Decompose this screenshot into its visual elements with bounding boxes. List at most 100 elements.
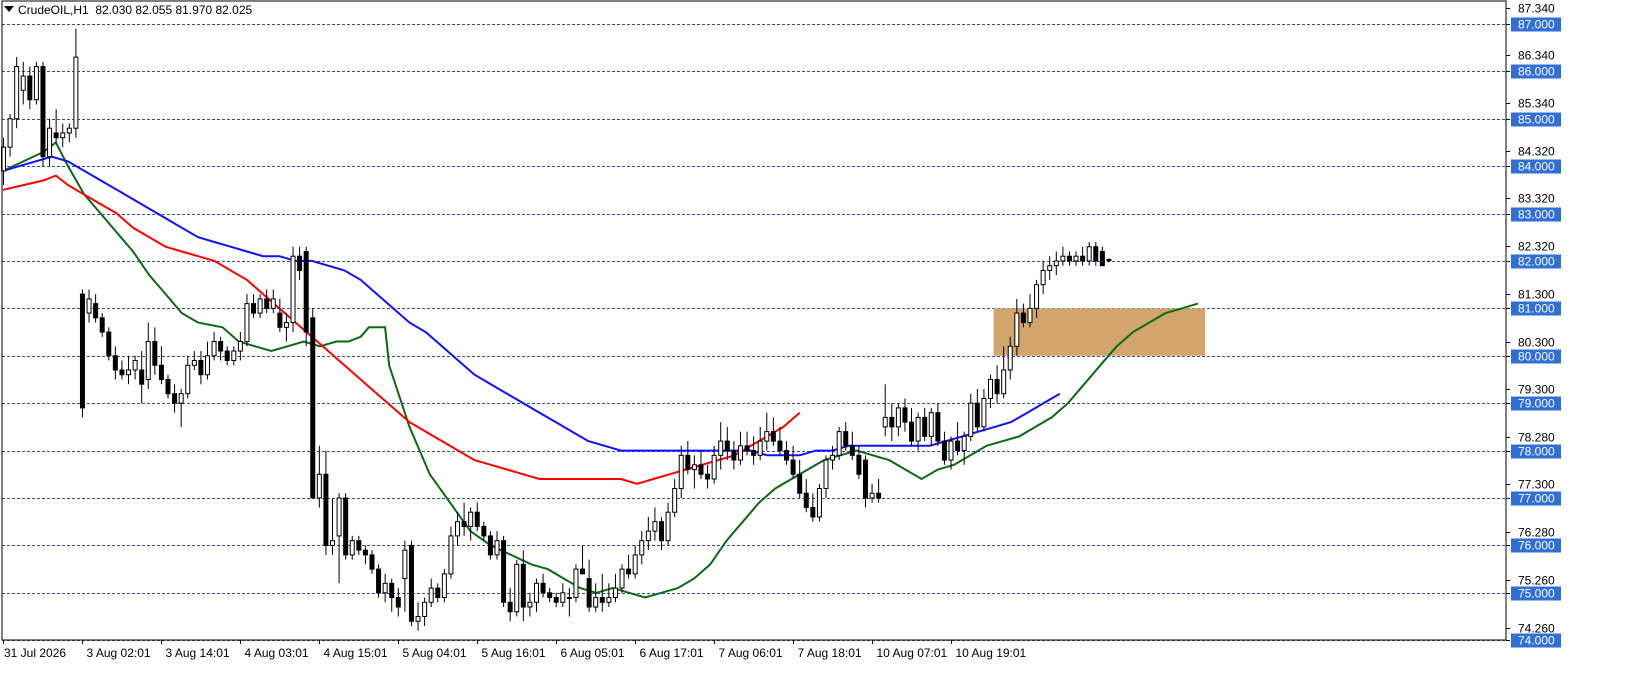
- candle-body-bear: [277, 312, 283, 328]
- candle: [132, 355, 138, 380]
- x-tick-label: 5 Aug 16:01: [482, 646, 546, 660]
- candle: [718, 422, 724, 470]
- candle: [876, 479, 882, 503]
- candle: [455, 512, 461, 546]
- time-axis: 31 Jul 2026 3 Aug 02:01 3 Aug 14:01 4 Aug 0…: [3, 640, 1027, 660]
- price-chart[interactable]: 87.340 87.000 86.340 86.000 85.340 85.000 84.3…: [0, 0, 1626, 686]
- candle: [47, 118, 53, 167]
- candle-body-bull: [33, 66, 39, 101]
- candle-body-bull: [231, 350, 237, 362]
- chart-title: CrudeOIL,H1 82.030 82.055 81.970 82.025: [4, 3, 252, 17]
- candle-body-bear: [481, 525, 487, 537]
- candle: [158, 346, 164, 385]
- candle: [356, 535, 362, 555]
- ma-slow-line: [2, 174, 801, 485]
- candle: [283, 313, 289, 342]
- y-tick-label: 76.280: [1518, 526, 1555, 540]
- x-tick-label: 31 Jul 2026: [4, 646, 66, 660]
- candle-body-bull: [349, 540, 355, 556]
- candle-body-bear: [586, 578, 592, 608]
- candle: [165, 374, 171, 399]
- candle-body-bear: [843, 431, 849, 447]
- candle-body-bull: [632, 554, 638, 575]
- candle-body-bull: [191, 360, 197, 366]
- candle-body-bull: [132, 360, 138, 371]
- x-tick-label: 7 Aug 06:01: [719, 646, 783, 660]
- candle-body-bear: [922, 416, 928, 437]
- candle: [441, 569, 447, 603]
- x-tick-label: 4 Aug 03:01: [245, 646, 309, 660]
- candle-body-bull: [764, 431, 770, 442]
- candle-body-bear: [165, 378, 171, 395]
- candle-body-bear: [849, 445, 855, 456]
- candle-body-bear: [53, 132, 59, 139]
- candle-body-bull: [757, 440, 763, 456]
- candle: [639, 531, 645, 565]
- candle: [468, 507, 474, 541]
- candle: [981, 388, 987, 432]
- candle: [119, 360, 125, 380]
- candle-body-bear: [994, 378, 1000, 395]
- candle-body-bull: [718, 440, 724, 456]
- candle: [1040, 260, 1046, 295]
- y-tick-label: 85.340: [1518, 97, 1555, 111]
- candle: [270, 289, 276, 314]
- candle: [770, 417, 776, 446]
- candle-body-bear: [395, 597, 401, 608]
- dropdown-triangle-icon[interactable]: [4, 6, 14, 12]
- candle-body-bear: [790, 459, 796, 475]
- y-tick-label: 81.300: [1518, 288, 1555, 302]
- candle: [1073, 251, 1079, 266]
- candle: [79, 289, 85, 418]
- ma-mid-line: [2, 155, 1061, 457]
- candle: [895, 403, 901, 437]
- candle: [1066, 251, 1072, 266]
- candle-body-bull: [514, 563, 520, 613]
- candle-body-bull: [336, 497, 342, 537]
- candle-body-bull: [639, 540, 645, 556]
- candle: [251, 294, 257, 318]
- candle: [757, 426, 763, 461]
- candle-body-bear: [955, 440, 961, 452]
- candle-body-bear: [79, 293, 85, 409]
- candle: [836, 426, 842, 461]
- candle-body-bear: [770, 431, 776, 442]
- y-tick-label: 77.300: [1518, 478, 1555, 492]
- candle-body-bear: [1066, 255, 1072, 262]
- candle: [126, 355, 132, 385]
- candle: [204, 341, 210, 380]
- y-tick-label: 81.000: [1518, 302, 1555, 316]
- candle-body-bull: [211, 341, 217, 357]
- candle: [593, 583, 599, 612]
- candle: [922, 407, 928, 442]
- candle-body-bear: [369, 554, 375, 570]
- candle: [777, 426, 783, 456]
- candle: [310, 308, 316, 499]
- candle-body-bear: [323, 473, 329, 546]
- candle-body-bear: [520, 563, 526, 608]
- candle: [672, 479, 678, 517]
- candle: [586, 559, 592, 612]
- candle-body-bull: [1060, 255, 1066, 262]
- candle-body-bear: [862, 459, 868, 499]
- y-tick-label: 78.000: [1518, 445, 1555, 459]
- candle: [224, 346, 230, 366]
- candle-body-bull: [7, 118, 13, 148]
- x-tick-label: 10 Aug 07:01: [877, 646, 948, 660]
- candle: [974, 388, 980, 432]
- candle-body-bear: [1099, 250, 1105, 267]
- candle: [481, 521, 487, 541]
- candle-body-bear: [389, 582, 395, 599]
- candle: [382, 573, 388, 603]
- y-tick-label: 82.320: [1518, 240, 1555, 254]
- y-tick-label: 80.000: [1518, 350, 1555, 364]
- candle-body-bull: [533, 582, 539, 603]
- candle: [705, 464, 711, 489]
- ohlc-values: 82.030 82.055 81.970 82.025: [95, 3, 253, 17]
- candle-body-bull: [816, 488, 822, 518]
- y-tick-label: 75.260: [1518, 574, 1555, 588]
- candle-body-bull: [928, 412, 934, 437]
- candle-body-bear: [553, 597, 559, 603]
- candle: [678, 445, 684, 498]
- candle-body-bull: [14, 66, 20, 120]
